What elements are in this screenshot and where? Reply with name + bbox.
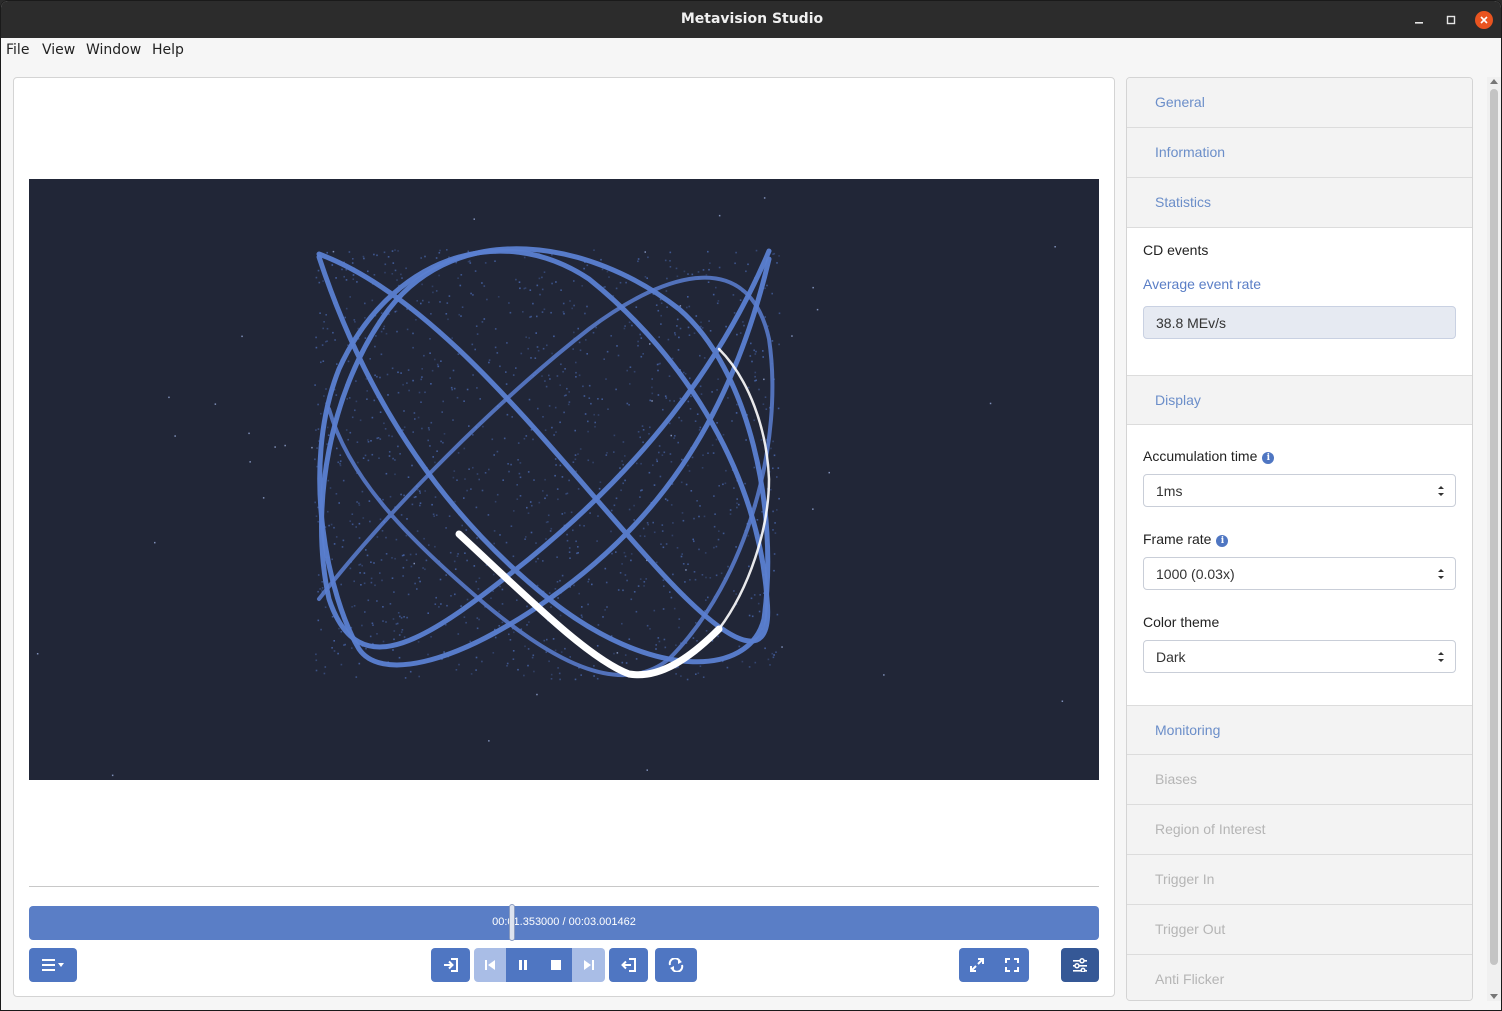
skip-back-icon [485,960,495,970]
loop-button[interactable] [655,948,697,982]
average-event-rate-field: 38.8 MEv/s [1143,306,1456,339]
time-readout: 00:01.353000 / 00:03.001462 [492,916,636,928]
section-general[interactable]: General [1127,78,1472,128]
section-roi-label: Region of Interest [1155,821,1266,837]
mark-out-button[interactable] [609,948,648,982]
info-icon[interactable]: i [1216,535,1229,547]
repeat-icon [668,958,684,972]
color-theme-label: Color theme [1143,614,1220,630]
stop-icon [550,960,561,970]
skip-forward-button[interactable] [572,948,605,982]
section-display[interactable]: Display [1127,375,1472,425]
cd-events-label: CD events [1143,242,1209,258]
select-arrows-icon [1438,652,1444,662]
scroll-down-arrow-icon[interactable] [1490,994,1498,999]
section-trigger-out-label: Trigger Out [1155,921,1226,937]
scroll-up-arrow-icon[interactable] [1490,79,1498,84]
expand-button[interactable] [959,948,994,982]
event-display-canvas[interactable] [29,179,1099,780]
section-information-label: Information [1155,144,1226,160]
sliders-icon [1073,958,1087,972]
section-monitoring-label: Monitoring [1155,722,1221,738]
pause-icon [518,960,527,970]
scrollbar-thumb[interactable] [1490,89,1498,965]
section-trigger-out: Trigger Out [1127,905,1472,955]
stop-button[interactable] [539,948,572,982]
select-arrows-icon [1438,486,1444,496]
expand-icon [969,958,984,972]
mark-in-button[interactable] [431,948,470,982]
color-theme-select[interactable]: Dark [1143,640,1456,673]
settings-panel-toggle-button[interactable] [1061,948,1099,982]
viewer-divider [29,886,1099,887]
section-statistics[interactable]: Statistics [1127,178,1472,228]
info-icon[interactable]: i [1262,452,1275,464]
menu-help[interactable]: Help [152,42,184,58]
minimize-icon [1415,22,1423,24]
hamburger-dropdown-icon [42,959,64,971]
close-icon [1480,16,1488,24]
settings-sidebar: General Information Statistics CD events… [1126,77,1473,1001]
accumulation-time-label: Accumulation time i [1143,448,1275,464]
frame-rate-value: 1000 (0.03x) [1156,566,1235,582]
accumulation-time-select[interactable]: 1ms [1143,474,1456,507]
select-arrows-icon [1438,569,1444,579]
color-theme-value: Dark [1156,649,1186,665]
section-general-label: General [1155,94,1205,110]
sign-out-icon [620,958,636,972]
window-title: Metavision Studio [680,11,824,27]
title-bar: Metavision Studio [1,1,1501,38]
section-biases-label: Biases [1155,771,1198,787]
section-region-of-interest: Region of Interest [1127,805,1472,855]
frame-rate-select[interactable]: 1000 (0.03x) [1143,557,1456,590]
frame-rate-label: Frame rate i [1143,531,1229,547]
fullscreen-button[interactable] [994,948,1029,982]
section-monitoring[interactable]: Monitoring [1127,705,1472,755]
average-event-rate-label: Average event rate [1143,276,1262,292]
section-anti-flicker: Anti Flicker [1127,955,1472,1000]
fullscreen-icon [1004,958,1019,972]
sign-in-icon [443,958,458,972]
minimize-button[interactable] [1410,11,1428,29]
playback-timeline[interactable]: 00:01.353000 / 00:03.001462 [29,904,1099,941]
pause-button[interactable] [506,948,539,982]
sidebar-scrollbar[interactable] [1487,77,1501,1001]
app-window: Metavision Studio File View Window Help [0,0,1502,1011]
section-biases: Biases [1127,755,1472,805]
skip-forward-icon [583,960,594,970]
section-trigger-in: Trigger In [1127,855,1472,905]
section-statistics-label: Statistics [1155,194,1212,210]
section-trigger-in-label: Trigger In [1155,871,1215,887]
options-menu-button[interactable] [29,948,77,982]
average-event-rate-value: 38.8 MEv/s [1156,315,1227,331]
maximize-button[interactable] [1442,11,1460,29]
menu-bar: File View Window Help [1,38,1501,63]
close-button[interactable] [1475,11,1493,29]
event-frame [36,197,1064,777]
skip-back-button[interactable] [474,948,506,982]
menu-file[interactable]: File [6,42,29,58]
maximize-icon [1446,15,1456,25]
timeline-scrubber-handle[interactable] [509,904,515,941]
section-information[interactable]: Information [1127,128,1472,178]
accumulation-time-value: 1ms [1156,483,1183,499]
menu-window[interactable]: Window [86,42,141,58]
section-anti-flicker-label: Anti Flicker [1155,971,1225,987]
section-display-label: Display [1155,392,1201,408]
menu-view[interactable]: View [42,42,75,58]
viewer-panel: 00:01.353000 / 00:03.001462 [13,77,1115,997]
event-noise [36,197,1064,777]
